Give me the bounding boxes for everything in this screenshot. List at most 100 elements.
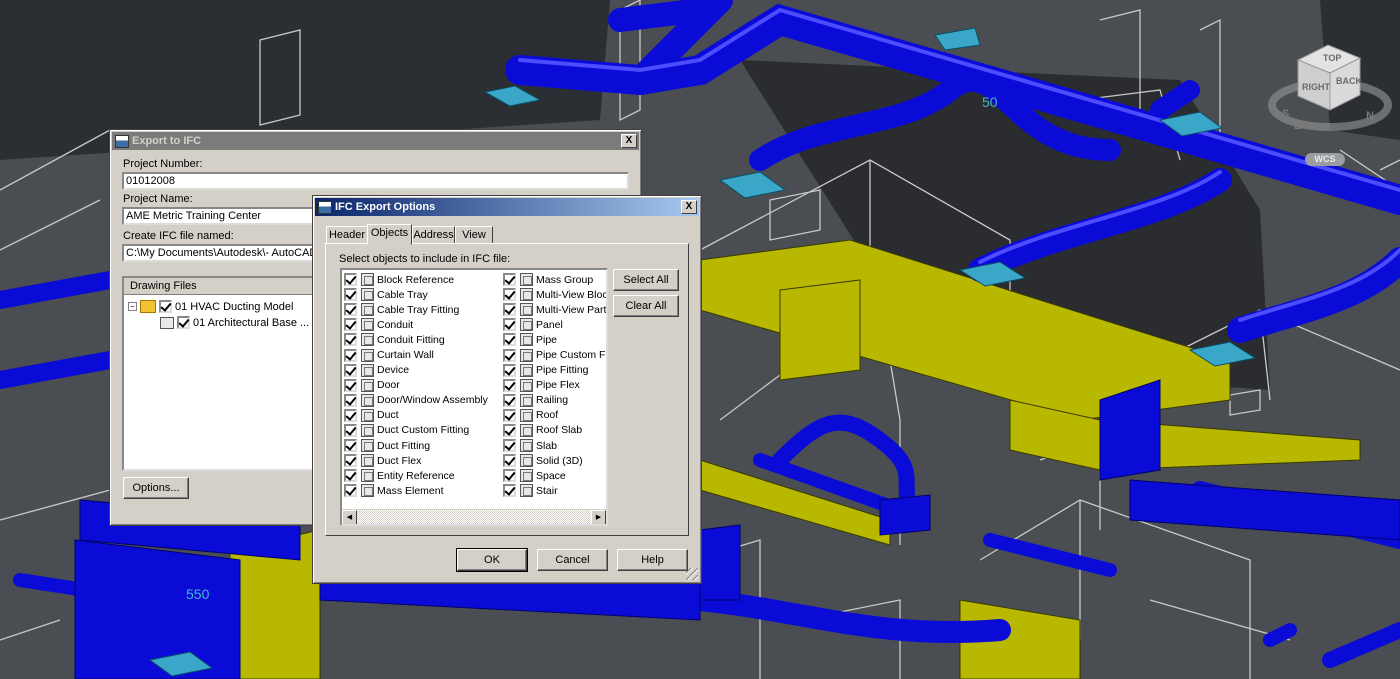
object-type-checkbox[interactable] — [503, 378, 516, 392]
viewcube-back-label[interactable]: BACK — [1336, 76, 1362, 86]
object-type-checkbox[interactable] — [344, 484, 357, 498]
object-type-row[interactable]: Duct Fitting — [344, 438, 488, 453]
object-type-row[interactable]: Duct — [344, 408, 488, 423]
object-type-checkbox[interactable] — [503, 318, 516, 332]
object-type-checkbox[interactable] — [344, 348, 357, 362]
object-type-checkbox[interactable] — [344, 454, 357, 468]
viewcube-top-label[interactable]: TOP — [1323, 53, 1341, 63]
object-type-checkbox[interactable] — [503, 469, 516, 483]
clear-all-button[interactable]: Clear All — [613, 295, 679, 317]
options-dialog-titlebar[interactable]: IFC Export Options X — [315, 198, 699, 216]
cancel-button[interactable]: Cancel — [537, 549, 608, 571]
object-type-row[interactable]: Conduit Fitting — [344, 332, 488, 347]
object-type-icon — [520, 288, 533, 302]
object-type-checkbox[interactable] — [344, 288, 357, 302]
object-type-checkbox[interactable] — [503, 439, 516, 453]
object-type-row[interactable]: Slab — [503, 438, 606, 453]
object-type-row[interactable]: Duct Flex — [344, 453, 488, 468]
tree-node[interactable]: 01 Architectural Base ... — [160, 316, 309, 329]
object-type-checkbox[interactable] — [503, 348, 516, 362]
object-type-checkbox[interactable] — [503, 288, 516, 302]
object-type-row[interactable]: Mass Element — [344, 483, 488, 498]
scroll-left-icon[interactable]: ◀ — [342, 510, 357, 524]
object-type-row[interactable]: Duct Custom Fitting — [344, 423, 488, 438]
select-all-button[interactable]: Select All — [613, 269, 679, 291]
object-type-row[interactable]: Solid (3D) — [503, 453, 606, 468]
object-type-row[interactable]: Curtain Wall — [344, 347, 488, 362]
object-type-row[interactable]: Multi-View Part — [503, 302, 606, 317]
object-type-row[interactable]: Roof — [503, 408, 606, 423]
scroll-track[interactable] — [357, 510, 591, 524]
object-type-row[interactable]: Pipe — [503, 332, 606, 347]
options-button[interactable]: Options... — [123, 477, 189, 499]
object-type-checkbox[interactable] — [503, 303, 516, 317]
project-number-field[interactable]: 01012008 — [122, 172, 629, 190]
close-button[interactable]: X — [621, 134, 637, 148]
object-type-row[interactable]: Conduit — [344, 317, 488, 332]
object-type-row[interactable]: Pipe Fitting — [503, 363, 606, 378]
viewcube-widget[interactable]: TOP RIGHT BACK S E N — [1268, 40, 1393, 155]
viewcube-right-label[interactable]: RIGHT — [1302, 82, 1330, 92]
objects-checklist[interactable]: Block Reference Cable Tray Cable Tray Fitt… — [340, 268, 608, 526]
object-type-row[interactable]: Stair — [503, 483, 606, 498]
help-button[interactable]: Help — [617, 549, 688, 571]
collapse-icon[interactable]: − — [128, 302, 137, 311]
object-type-row[interactable]: Cable Tray — [344, 287, 488, 302]
horizontal-scrollbar[interactable]: ◀ ▶ — [342, 509, 606, 524]
object-type-row[interactable]: Door/Window Assembly — [344, 393, 488, 408]
export-dialog-titlebar[interactable]: Export to IFC X — [112, 132, 639, 150]
object-type-checkbox[interactable] — [503, 454, 516, 468]
object-type-row[interactable]: Block Reference — [344, 272, 488, 287]
close-button[interactable]: X — [681, 200, 697, 214]
object-type-icon — [520, 318, 533, 332]
objects-column-right: Mass Group Multi-View Block Multi-View Par… — [503, 272, 608, 498]
object-type-checkbox[interactable] — [344, 469, 357, 483]
object-type-row[interactable]: Pipe Custom Fittin — [503, 347, 608, 362]
object-type-checkbox[interactable] — [344, 393, 357, 407]
xref-drawing-icon — [160, 316, 174, 329]
object-type-checkbox[interactable] — [344, 423, 357, 437]
tab-objects[interactable]: Objects — [367, 224, 412, 245]
scroll-right-icon[interactable]: ▶ — [591, 510, 606, 524]
object-type-icon — [361, 273, 374, 287]
object-type-row[interactable]: Multi-View Block — [503, 287, 606, 302]
object-type-row[interactable]: Pipe Flex — [503, 378, 606, 393]
tab-view[interactable]: View — [455, 226, 493, 244]
object-type-row[interactable]: Cable Tray Fitting — [344, 302, 488, 317]
object-type-row[interactable]: Door — [344, 378, 488, 393]
tab-address[interactable]: Address — [412, 226, 455, 244]
object-type-checkbox[interactable] — [344, 303, 357, 317]
object-type-checkbox[interactable] — [344, 273, 357, 287]
object-type-checkbox[interactable] — [344, 439, 357, 453]
object-type-row[interactable]: Space — [503, 468, 606, 483]
object-type-checkbox[interactable] — [503, 484, 516, 498]
wcs-menu-button[interactable]: WCS — [1305, 153, 1345, 166]
tab-header[interactable]: Header — [326, 226, 368, 244]
object-type-checkbox[interactable] — [503, 363, 516, 377]
tree-node[interactable]: − 01 HVAC Ducting Model — [128, 300, 293, 313]
object-type-row[interactable]: Roof Slab — [503, 423, 606, 438]
tree-checkbox[interactable] — [159, 300, 172, 313]
object-type-row[interactable]: Railing — [503, 393, 606, 408]
object-type-checkbox[interactable] — [503, 423, 516, 437]
object-type-row[interactable]: Device — [344, 363, 488, 378]
object-type-checkbox[interactable] — [344, 378, 357, 392]
object-type-label: Pipe Custom Fittin — [536, 349, 608, 362]
object-type-checkbox[interactable] — [344, 318, 357, 332]
object-type-icon — [520, 363, 533, 377]
tree-node-label: 01 HVAC Ducting Model — [175, 300, 294, 313]
object-type-checkbox[interactable] — [344, 363, 357, 377]
object-type-checkbox[interactable] — [503, 393, 516, 407]
object-type-checkbox[interactable] — [503, 273, 516, 287]
ok-button[interactable]: OK — [456, 548, 528, 572]
object-type-row[interactable]: Panel — [503, 317, 606, 332]
object-type-checkbox[interactable] — [503, 408, 516, 422]
object-type-label: Duct Custom Fitting — [377, 424, 470, 437]
tree-checkbox[interactable] — [177, 316, 190, 329]
resize-grip-icon[interactable] — [686, 568, 698, 580]
object-type-checkbox[interactable] — [344, 333, 357, 347]
object-type-row[interactable]: Mass Group — [503, 272, 606, 287]
object-type-row[interactable]: Entity Reference — [344, 468, 488, 483]
object-type-checkbox[interactable] — [344, 408, 357, 422]
object-type-checkbox[interactable] — [503, 333, 516, 347]
